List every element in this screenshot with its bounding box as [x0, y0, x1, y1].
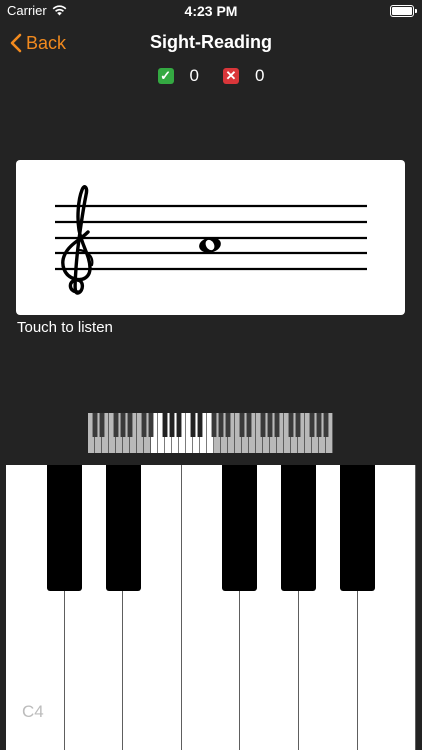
key-label-c4: C4	[22, 702, 44, 721]
wrong-count: 0	[255, 66, 265, 85]
mini-black-key	[120, 413, 126, 437]
mini-black-key	[211, 413, 217, 437]
piano-keyboard[interactable]: C4	[6, 465, 417, 750]
music-staff	[55, 185, 367, 295]
mini-black-key	[190, 413, 196, 437]
correct-count: 0	[189, 66, 199, 85]
mini-black-key	[246, 413, 252, 437]
mini-black-key	[113, 413, 119, 437]
mini-black-key	[148, 413, 154, 437]
mini-black-key	[239, 413, 245, 437]
mini-black-key	[197, 413, 203, 437]
score-bar: ✓ 0 ✕ 0	[0, 66, 422, 86]
mini-black-key	[218, 413, 224, 437]
treble-clef-icon	[61, 185, 94, 295]
mini-black-key	[316, 413, 322, 437]
mini-black-key	[92, 413, 98, 437]
black-key-a-sharp[interactable]	[340, 465, 375, 591]
mini-black-key	[260, 413, 266, 437]
page-title: Sight-Reading	[150, 32, 272, 52]
staff-card[interactable]	[16, 160, 405, 315]
black-key-g-sharp[interactable]	[281, 465, 316, 591]
mini-black-key	[225, 413, 231, 437]
mini-black-key	[169, 413, 175, 437]
black-key-d-sharp[interactable]	[106, 465, 141, 591]
mini-black-key	[288, 413, 294, 437]
mini-black-key	[162, 413, 168, 437]
black-key-c-sharp[interactable]	[47, 465, 82, 591]
cross-icon: ✕	[223, 68, 239, 84]
mini-black-key	[141, 413, 147, 437]
battery-icon	[390, 5, 417, 17]
status-bar: Carrier 4:23 PM	[0, 0, 422, 22]
mini-black-key	[323, 413, 329, 437]
mini-black-key	[295, 413, 301, 437]
mini-keyboard-scroller[interactable]	[88, 413, 333, 453]
mini-black-key	[99, 413, 105, 437]
status-time: 4:23 PM	[184, 3, 238, 19]
touch-to-listen-hint: Touch to listen	[17, 319, 113, 336]
check-icon: ✓	[157, 68, 174, 84]
mini-black-key	[267, 413, 273, 437]
mini-black-key	[309, 413, 315, 437]
mini-black-key	[176, 413, 182, 437]
mini-black-key	[274, 413, 280, 437]
black-key-f-sharp[interactable]	[222, 465, 257, 591]
mini-black-key	[127, 413, 133, 437]
